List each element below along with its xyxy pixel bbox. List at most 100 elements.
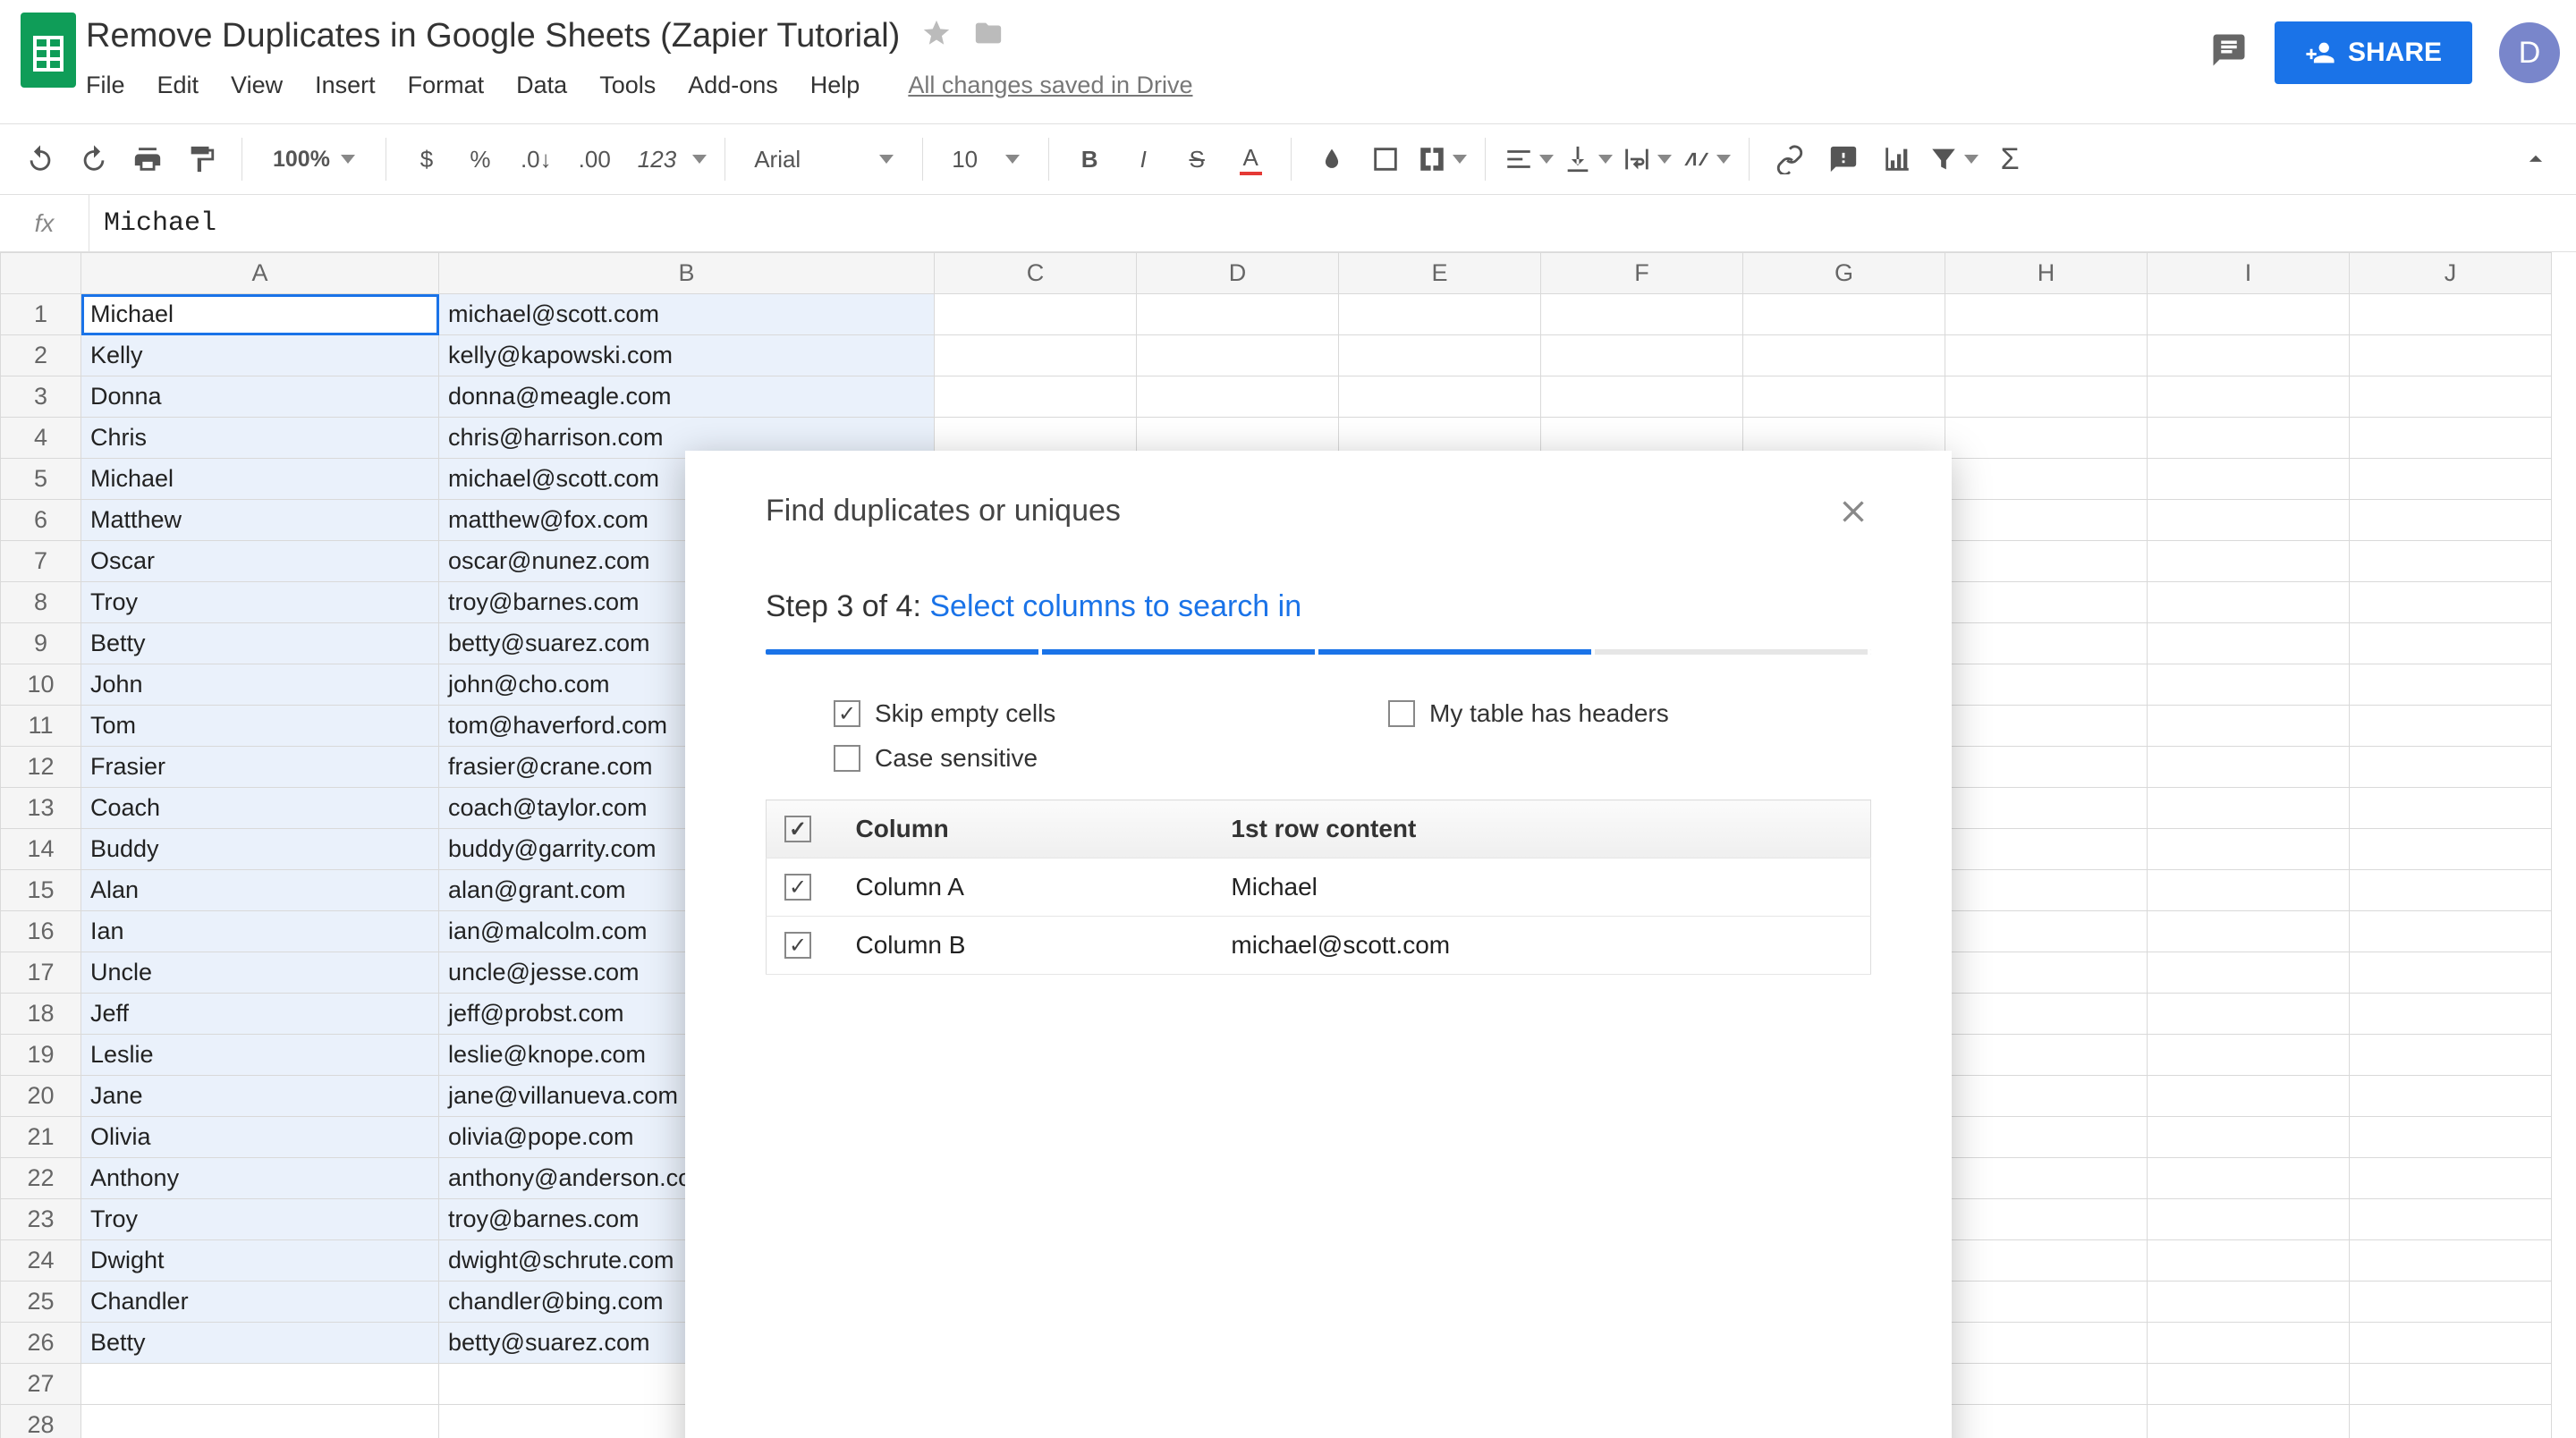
cell-J11[interactable] (2350, 706, 2552, 747)
cell-H23[interactable] (1945, 1199, 2148, 1240)
cell-I3[interactable] (2148, 376, 2350, 418)
select-all-cell[interactable] (1, 253, 81, 294)
row-header[interactable]: 19 (1, 1035, 81, 1076)
cell-I21[interactable] (2148, 1117, 2350, 1158)
row-header[interactable]: 13 (1, 788, 81, 829)
cell-I4[interactable] (2148, 418, 2350, 459)
cell-J14[interactable] (2350, 829, 2552, 870)
cell-A11[interactable]: Tom (81, 706, 439, 747)
cell-J25[interactable] (2350, 1282, 2552, 1323)
comment-insert-button[interactable] (1821, 136, 1866, 182)
row-header[interactable]: 23 (1, 1199, 81, 1240)
cell-F3[interactable] (1541, 376, 1743, 418)
cell-I8[interactable] (2148, 582, 2350, 623)
cell-I14[interactable] (2148, 829, 2350, 870)
functions-button[interactable]: Σ (1987, 136, 2032, 182)
cell-H21[interactable] (1945, 1117, 2148, 1158)
cell-A7[interactable]: Oscar (81, 541, 439, 582)
row-header[interactable]: 2 (1, 335, 81, 376)
cell-D1[interactable] (1137, 294, 1339, 335)
cell-H4[interactable] (1945, 418, 2148, 459)
save-status[interactable]: All changes saved in Drive (908, 72, 1192, 99)
percent-button[interactable]: % (458, 136, 503, 182)
cell-J13[interactable] (2350, 788, 2552, 829)
cell-I13[interactable] (2148, 788, 2350, 829)
cell-H8[interactable] (1945, 582, 2148, 623)
row-header[interactable]: 8 (1, 582, 81, 623)
cell-A8[interactable]: Troy (81, 582, 439, 623)
chart-button[interactable] (1875, 136, 1919, 182)
menu-format[interactable]: Format (408, 72, 485, 99)
currency-button[interactable]: $ (404, 136, 449, 182)
cell-I22[interactable] (2148, 1158, 2350, 1199)
cell-A17[interactable]: Uncle (81, 952, 439, 994)
cell-D2[interactable] (1137, 335, 1339, 376)
cell-A16[interactable]: Ian (81, 911, 439, 952)
menu-insert[interactable]: Insert (315, 72, 376, 99)
col-header-F[interactable]: F (1541, 253, 1743, 294)
cell-J10[interactable] (2350, 664, 2552, 706)
select-all-checkbox[interactable] (784, 816, 811, 842)
dialog-close-button[interactable] (1835, 494, 1871, 536)
cell-A18[interactable]: Jeff (81, 994, 439, 1035)
cell-A26[interactable]: Betty (81, 1323, 439, 1364)
option-has-headers[interactable]: My table has headers (1388, 699, 1835, 728)
menu-data[interactable]: Data (516, 72, 567, 99)
cell-J7[interactable] (2350, 541, 2552, 582)
formula-input[interactable]: Michael (89, 208, 2576, 239)
row-header[interactable]: 15 (1, 870, 81, 911)
cell-J15[interactable] (2350, 870, 2552, 911)
cell-J12[interactable] (2350, 747, 2552, 788)
cell-A22[interactable]: Anthony (81, 1158, 439, 1199)
row-header[interactable]: 12 (1, 747, 81, 788)
cell-A10[interactable]: John (81, 664, 439, 706)
cell-A12[interactable]: Frasier (81, 747, 439, 788)
cell-A6[interactable]: Matthew (81, 500, 439, 541)
row-header[interactable]: 3 (1, 376, 81, 418)
cell-I16[interactable] (2148, 911, 2350, 952)
cell-I2[interactable] (2148, 335, 2350, 376)
cell-H20[interactable] (1945, 1076, 2148, 1117)
cell-I25[interactable] (2148, 1282, 2350, 1323)
option-skip-empty[interactable]: Skip empty cells (834, 699, 1281, 728)
cell-H22[interactable] (1945, 1158, 2148, 1199)
cell-I11[interactable] (2148, 706, 2350, 747)
fill-color-button[interactable] (1309, 136, 1354, 182)
cell-H17[interactable] (1945, 952, 2148, 994)
menu-view[interactable]: View (231, 72, 283, 99)
redo-button[interactable] (72, 136, 116, 182)
cell-H16[interactable] (1945, 911, 2148, 952)
row-header[interactable]: 18 (1, 994, 81, 1035)
row-checkbox[interactable] (784, 874, 811, 901)
cell-I17[interactable] (2148, 952, 2350, 994)
cell-H9[interactable] (1945, 623, 2148, 664)
cell-A27[interactable] (81, 1364, 439, 1405)
cell-I23[interactable] (2148, 1199, 2350, 1240)
cell-J27[interactable] (2350, 1364, 2552, 1405)
row-checkbox[interactable] (784, 932, 811, 959)
cell-H5[interactable] (1945, 459, 2148, 500)
cell-H7[interactable] (1945, 541, 2148, 582)
cell-A21[interactable]: Olivia (81, 1117, 439, 1158)
cell-H26[interactable] (1945, 1323, 2148, 1364)
merge-button[interactable] (1417, 136, 1467, 182)
cell-C3[interactable] (935, 376, 1137, 418)
folder-icon[interactable] (973, 18, 1004, 55)
account-avatar[interactable]: D (2499, 22, 2560, 83)
row-header[interactable]: 25 (1, 1282, 81, 1323)
cell-I5[interactable] (2148, 459, 2350, 500)
bold-button[interactable]: B (1067, 136, 1112, 182)
link-button[interactable] (1767, 136, 1812, 182)
font-size-select[interactable]: 10 (941, 146, 1030, 173)
cell-I1[interactable] (2148, 294, 2350, 335)
cell-J8[interactable] (2350, 582, 2552, 623)
col-header-E[interactable]: E (1339, 253, 1541, 294)
cell-J6[interactable] (2350, 500, 2552, 541)
cell-I19[interactable] (2148, 1035, 2350, 1076)
cell-A4[interactable]: Chris (81, 418, 439, 459)
row-header[interactable]: 27 (1, 1364, 81, 1405)
cell-I10[interactable] (2148, 664, 2350, 706)
cell-B3[interactable]: donna@meagle.com (439, 376, 935, 418)
dec-decrease-button[interactable]: .0↓ (512, 136, 561, 182)
cell-I20[interactable] (2148, 1076, 2350, 1117)
